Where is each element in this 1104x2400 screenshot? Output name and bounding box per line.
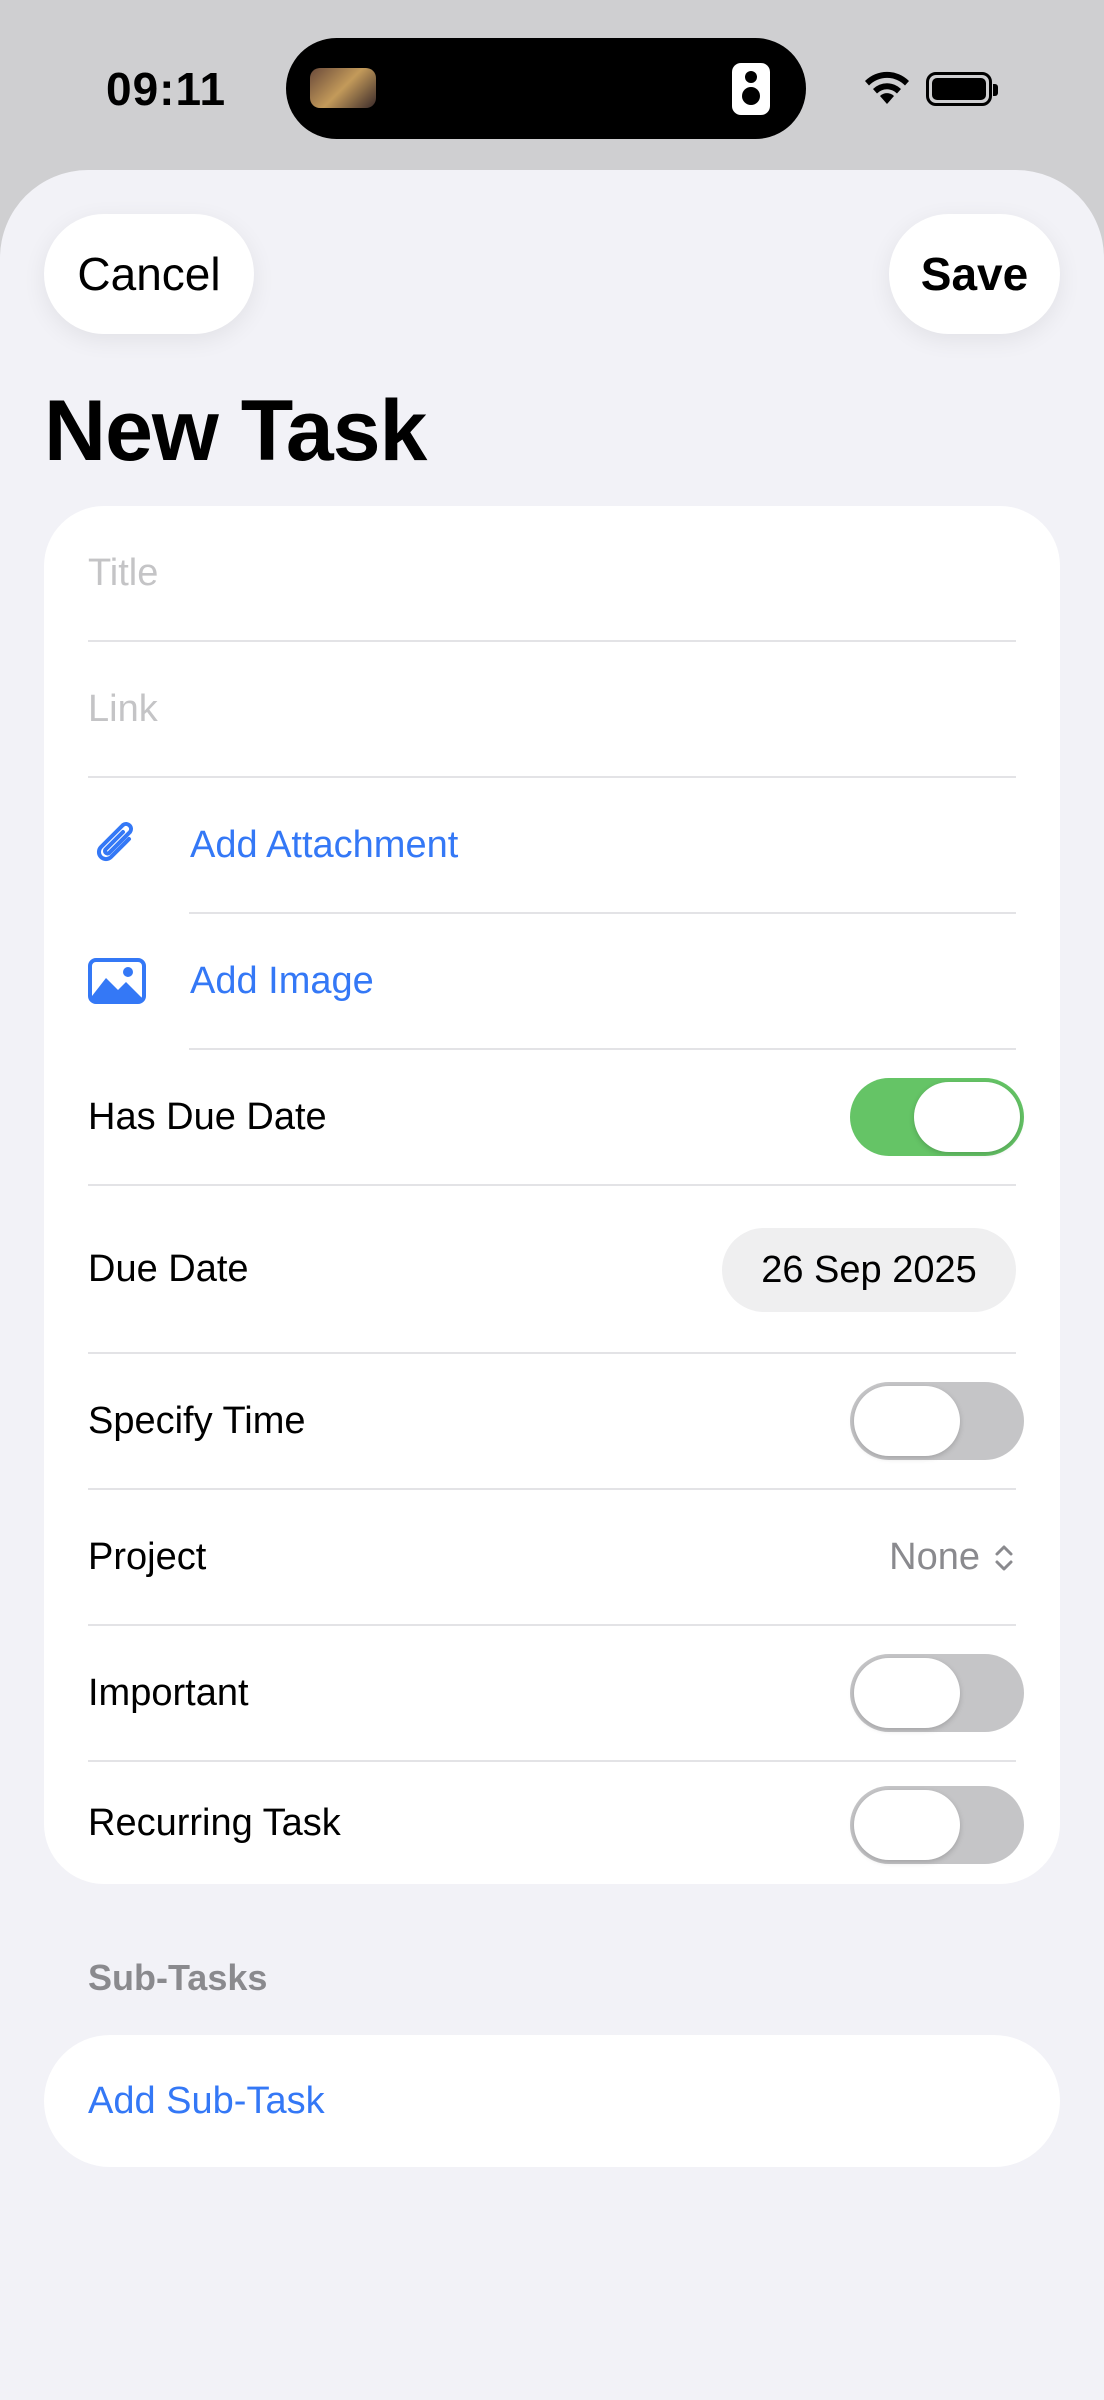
screen: 09:11 Cancel Save New Task Title Link Ad…	[0, 0, 1104, 2400]
page-title: New Task	[44, 383, 427, 479]
add-image-label: Add Image	[190, 959, 374, 1002]
status-time: 09:11	[106, 63, 227, 115]
subtasks-header: Sub-Tasks	[88, 1957, 268, 1998]
save-button[interactable]: Save	[889, 214, 1060, 334]
project-value: None	[889, 1536, 980, 1578]
project-label: Project	[88, 1535, 207, 1578]
title-field[interactable]: Title	[88, 506, 1016, 640]
add-image-button[interactable]: Add Image	[88, 914, 1016, 1048]
link-field[interactable]: Link	[88, 642, 1016, 776]
title-placeholder: Title	[88, 551, 159, 594]
important-toggle[interactable]	[850, 1654, 1024, 1732]
cancel-button[interactable]: Cancel	[44, 214, 254, 334]
task-form-card: Title Link Add Attachment Add Image Has …	[44, 506, 1060, 1884]
wifi-icon	[865, 71, 909, 104]
link-placeholder: Link	[88, 687, 158, 730]
project-picker[interactable]: None	[889, 1536, 1016, 1579]
has-due-date-toggle[interactable]	[850, 1078, 1024, 1156]
chevron-updown-icon	[995, 1545, 1013, 1570]
project-row: Project	[88, 1490, 1016, 1624]
now-playing-artwork	[310, 68, 376, 108]
speaker-icon	[732, 63, 770, 115]
add-attachment-button[interactable]: Add Attachment	[88, 778, 1016, 912]
paperclip-icon	[88, 816, 146, 874]
new-task-sheet: Cancel Save New Task Title Link Add Atta…	[0, 170, 1104, 2400]
specify-time-toggle[interactable]	[850, 1382, 1024, 1460]
add-subtask-button[interactable]: Add Sub-Task	[44, 2035, 1060, 2167]
due-date-picker[interactable]: 26 Sep 2025	[722, 1228, 1016, 1312]
recurring-task-toggle[interactable]	[850, 1786, 1024, 1864]
battery-icon	[926, 72, 998, 106]
photo-icon	[88, 952, 146, 1010]
add-attachment-label: Add Attachment	[190, 823, 459, 866]
dynamic-island[interactable]	[286, 38, 806, 139]
